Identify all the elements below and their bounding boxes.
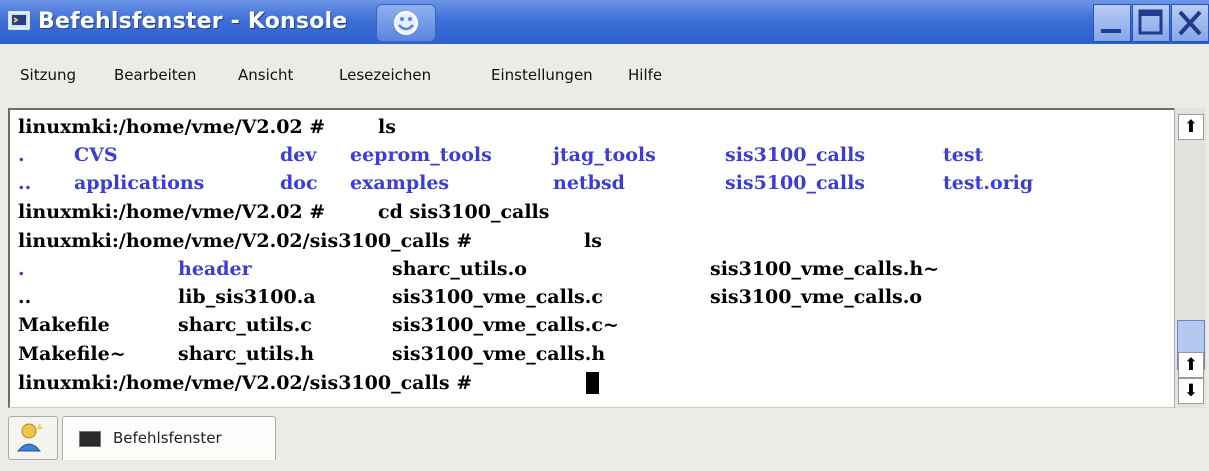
tab-befehlsfenster[interactable]: Befehlsfenster <box>62 416 276 460</box>
listing-entry: applications <box>74 172 205 194</box>
session-tab-bar: Befehlsfenster <box>0 410 1209 471</box>
listing-entry: netbsd <box>553 172 625 194</box>
command: cd sis3100_calls <box>378 201 550 223</box>
window-title: Befehlsfenster - Konsole <box>38 9 348 34</box>
listing-entry: eeprom_tools <box>350 144 492 166</box>
listing-entry: sis3100_vme_calls.o <box>710 286 923 308</box>
menu-lesezeichen[interactable]: Lesezeichen <box>339 66 431 84</box>
listing-entry: test.orig <box>943 172 1034 194</box>
maximize-button[interactable] <box>1132 4 1170 42</box>
listing-entry: . <box>18 144 25 166</box>
text-cursor <box>584 372 599 396</box>
listing-entry: sharc_utils.o <box>392 258 527 280</box>
scroll-top-button[interactable]: ⬆ <box>1178 114 1204 140</box>
minimize-button[interactable] <box>1093 4 1131 42</box>
minimize-icon <box>1101 29 1121 33</box>
terminal-line: . CVS dev eeprom_tools jtag_tools sis310… <box>18 144 983 172</box>
listing-entry: test <box>943 144 984 166</box>
listing-entry: CVS <box>74 144 118 166</box>
title-bar[interactable]: Befehlsfenster - Konsole <box>0 0 1209 44</box>
terminal-line: Makefile~ sharc_utils.h sis3100_vme_call… <box>18 343 605 371</box>
listing-entry: .. <box>18 286 32 308</box>
prompt: linuxmki:/home/vme/V2.02 # <box>18 116 332 138</box>
listing-entry: dev <box>280 144 317 166</box>
listing-entry: sis3100_vme_calls.h <box>392 343 606 365</box>
listing-entry: sis3100_calls <box>725 144 866 166</box>
konsole-app-icon[interactable] <box>8 10 30 32</box>
terminal-output[interactable]: linuxmki:/home/vme/V2.02 # ls . CVS dev … <box>8 108 1174 408</box>
menu-bar: Sitzung Bearbeiten Ansicht Lesezeichen E… <box>0 44 1209 102</box>
listing-entry: header <box>178 258 252 280</box>
terminal-line: Makefile sharc_utils.c sis3100_vme_calls… <box>18 314 619 342</box>
new-session-icon <box>16 423 43 452</box>
command: ls <box>584 230 602 252</box>
terminal-line: . header sharc_utils.o sis3100_vme_calls… <box>18 258 939 286</box>
menu-hilfe[interactable]: Hilfe <box>628 66 662 84</box>
maximize-icon <box>1138 9 1163 35</box>
menu-sitzung[interactable]: Sitzung <box>20 66 76 84</box>
terminal-line: .. lib_sis3100.a sis3100_vme_calls.c sis… <box>18 286 922 314</box>
listing-entry: .. <box>18 172 32 194</box>
terminal-line: linuxmki:/home/vme/V2.02/sis3100_calls #… <box>18 230 602 258</box>
menu-ansicht[interactable]: Ansicht <box>238 66 293 84</box>
listing-entry: Makefile <box>18 314 110 336</box>
prompt: linuxmki:/home/vme/V2.02/sis3100_calls # <box>18 372 479 394</box>
listing-entry: sharc_utils.h <box>178 343 315 365</box>
menu-bearbeiten[interactable]: Bearbeiten <box>114 66 196 84</box>
terminal-line: linuxmki:/home/vme/V2.02 # cd sis3100_ca… <box>18 201 549 229</box>
close-button[interactable] <box>1171 4 1209 42</box>
listing-entry: Makefile~ <box>18 343 126 365</box>
listing-entry: lib_sis3100.a <box>178 286 316 308</box>
prompt: linuxmki:/home/vme/V2.02 # <box>18 201 332 223</box>
terminal-icon <box>79 431 101 447</box>
listing-entry: sis3100_vme_calls.c <box>392 286 603 308</box>
scroll-down-button[interactable]: ⬇ <box>1178 378 1204 404</box>
listing-entry: . <box>18 258 25 280</box>
terminal-scrollbar[interactable]: ⬆ ⬆ ⬇ <box>1174 108 1206 408</box>
listing-entry: sis3100_vme_calls.c~ <box>392 314 619 336</box>
terminal-line: linuxmki:/home/vme/V2.02/sis3100_calls # <box>18 372 599 400</box>
listing-entry: sharc_utils.c <box>178 314 312 336</box>
command: ls <box>378 116 396 138</box>
session-badge-icon[interactable] <box>376 4 436 42</box>
listing-entry: doc <box>280 172 318 194</box>
close-icon <box>1178 10 1202 36</box>
terminal-line: linuxmki:/home/vme/V2.02 # ls <box>18 116 396 144</box>
scroll-up-button[interactable]: ⬆ <box>1178 352 1204 378</box>
listing-entry: sis3100_vme_calls.h~ <box>710 258 940 280</box>
terminal-line: .. applications doc examples netbsd sis5… <box>18 172 1033 200</box>
listing-entry: examples <box>350 172 450 194</box>
tab-label: Befehlsfenster <box>113 429 222 447</box>
prompt: linuxmki:/home/vme/V2.02/sis3100_calls # <box>18 230 479 252</box>
menu-einstellungen[interactable]: Einstellungen <box>491 66 593 84</box>
new-session-button[interactable] <box>8 416 58 460</box>
listing-entry: jtag_tools <box>553 144 656 166</box>
listing-entry: sis5100_calls <box>725 172 866 194</box>
